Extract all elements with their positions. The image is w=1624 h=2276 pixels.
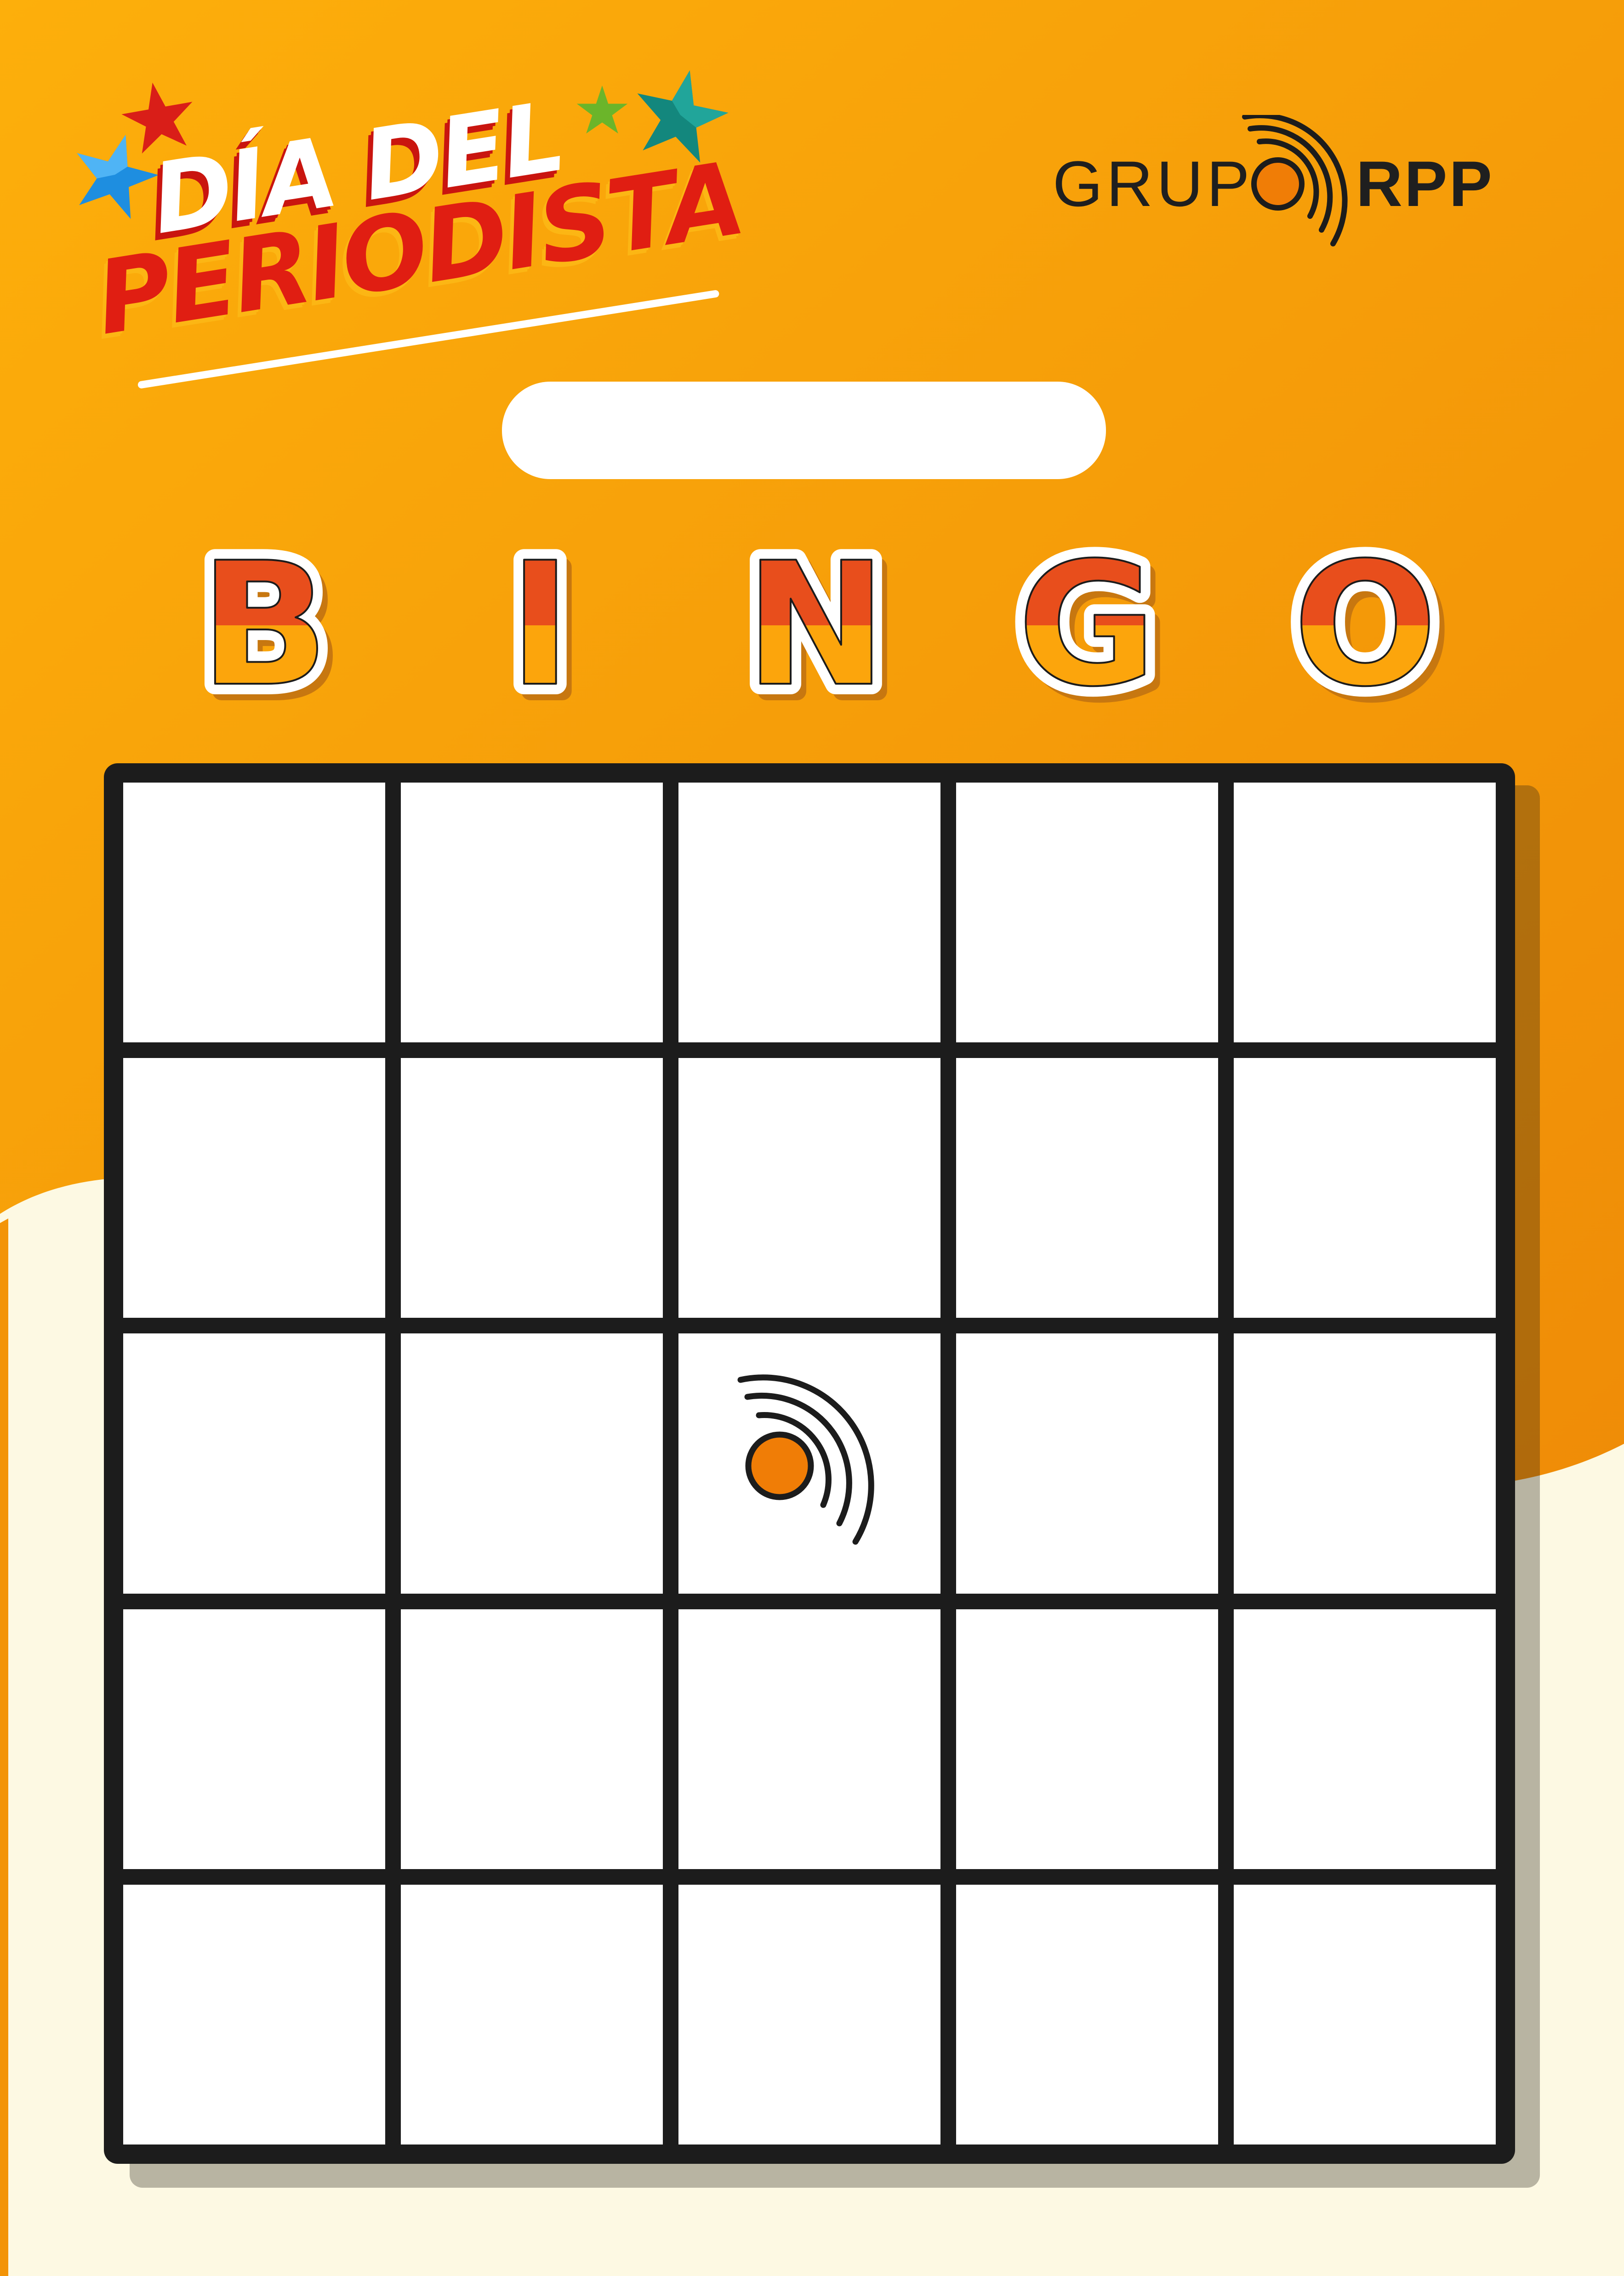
bingo-letter-i: I I I (498, 540, 587, 729)
bingo-cell-r1-c3[interactable] (678, 783, 940, 1043)
bingo-cell-r2-c1[interactable] (123, 1058, 385, 1318)
bingo-letter-g: G G G (1007, 540, 1173, 729)
bingo-cell-r5-c1[interactable] (123, 1884, 385, 2144)
rpp-signal-icon (737, 1374, 874, 1545)
bingo-cell-r1-c4[interactable] (956, 783, 1218, 1043)
svg-text:N: N (745, 540, 887, 724)
svg-text:G: G (1017, 540, 1157, 724)
logo-rpp-text: RPP (1356, 148, 1494, 220)
bingo-cell-r1-c1[interactable] (123, 783, 385, 1043)
svg-text:O: O (1293, 540, 1438, 724)
bingo-cell-r3-c1[interactable] (123, 1333, 385, 1594)
bingo-cell-r3-c5[interactable] (1234, 1333, 1496, 1594)
bingo-cell-r2-c5[interactable] (1234, 1058, 1496, 1318)
bingo-cell-r4-c2[interactable] (401, 1609, 663, 1869)
bingo-cell-r4-c1[interactable] (123, 1609, 385, 1869)
bingo-letter-o: O O O (1282, 540, 1453, 729)
event-title: DÍA DEL PERIODISTA (64, 64, 750, 389)
player-name-field[interactable] (502, 382, 1106, 479)
bingo-cell-r2-c4[interactable] (956, 1058, 1218, 1318)
grupo-rpp-logo: GRUPO RPP (1043, 110, 1512, 257)
svg-text:I: I (508, 540, 572, 724)
bingo-cell-r4-c4[interactable] (956, 1609, 1218, 1869)
rpp-signal-icon (1242, 115, 1348, 246)
bingo-cell-r5-c3[interactable] (678, 1884, 940, 2144)
bingo-letter-n: N N N (734, 540, 903, 729)
bingo-cell-r4-c3[interactable] (678, 1609, 940, 1869)
bingo-cell-r4-c5[interactable] (1234, 1609, 1496, 1869)
bingo-board (104, 763, 1515, 2164)
bingo-cell-r1-c2[interactable] (401, 783, 663, 1043)
bingo-cell-r2-c3[interactable] (678, 1058, 940, 1318)
bingo-cell-r1-c5[interactable] (1234, 783, 1496, 1043)
bingo-cell-r5-c2[interactable] (401, 1884, 663, 2144)
blue-star-icon (77, 135, 159, 219)
bingo-letter-b: B B B (189, 540, 345, 729)
bingo-cell-r5-c4[interactable] (956, 1884, 1218, 2144)
bingo-cell-r3-c2[interactable] (401, 1333, 663, 1594)
bingo-free-space[interactable] (678, 1333, 940, 1594)
svg-text:B: B (199, 540, 329, 724)
bingo-cell-r3-c4[interactable] (956, 1333, 1218, 1594)
green-star-icon (576, 86, 628, 134)
bingo-cell-r2-c2[interactable] (401, 1058, 663, 1318)
bingo-cell-r5-c5[interactable] (1234, 1884, 1496, 2144)
